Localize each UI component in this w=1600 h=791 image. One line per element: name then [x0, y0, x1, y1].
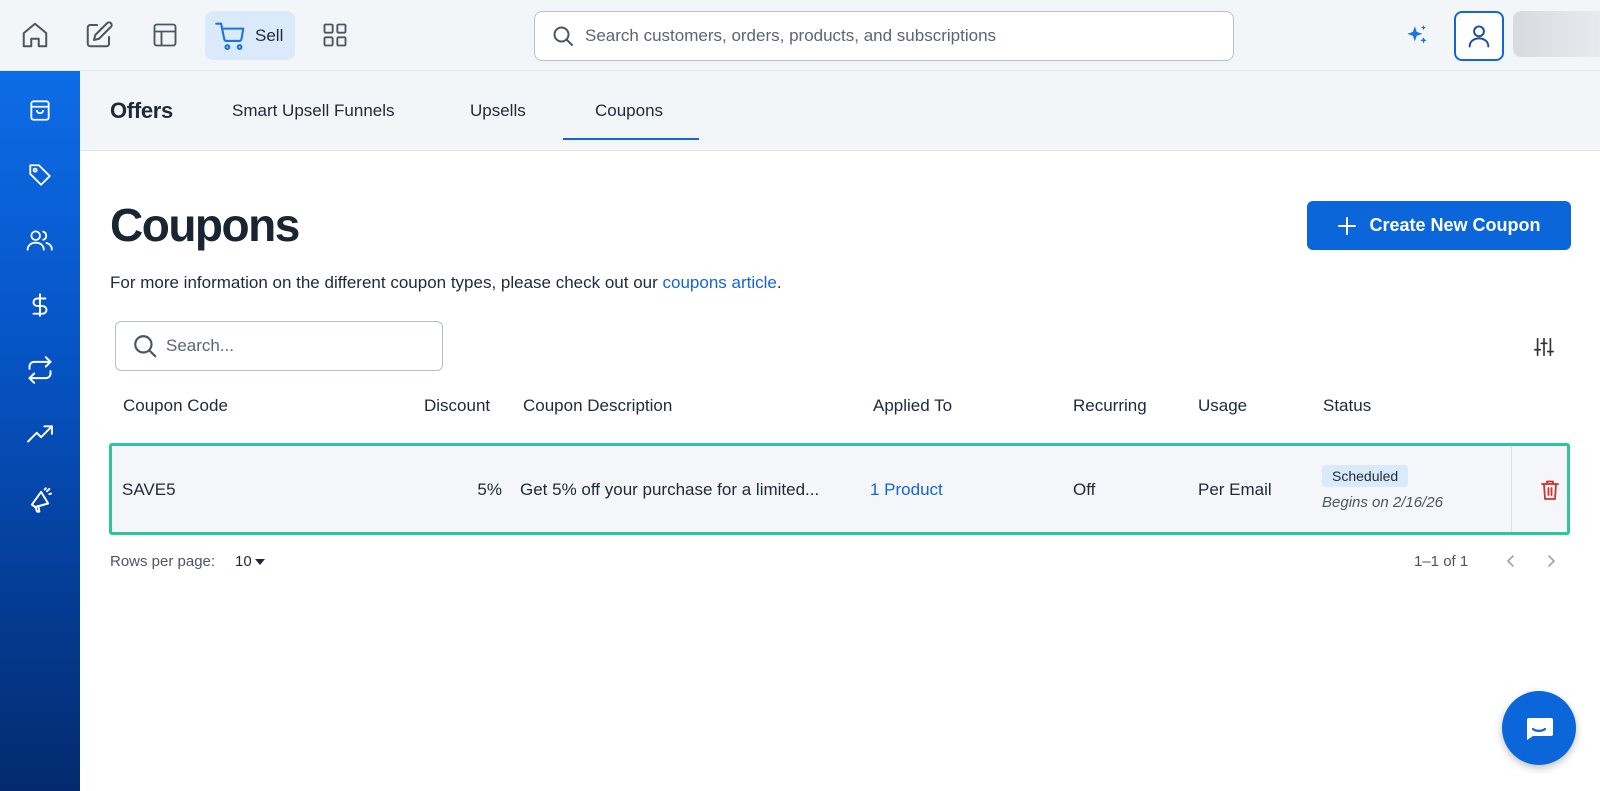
- layout-icon[interactable]: [141, 11, 189, 59]
- cell-recurring: Off: [1073, 480, 1096, 499]
- sell-label: Sell: [255, 25, 284, 45]
- table-row[interactable]: SAVE5 5% Get 5% off your purchase for a …: [109, 443, 1570, 535]
- megaphone-icon[interactable]: [16, 476, 64, 524]
- header-coupon-code[interactable]: Coupon Code: [123, 396, 228, 416]
- cell-coupon-code: SAVE5: [122, 480, 176, 499]
- header-applied-to[interactable]: Applied To: [873, 396, 952, 416]
- edit-icon[interactable]: [75, 11, 123, 59]
- cell-usage: Per Email: [1198, 480, 1272, 499]
- cell-description: Get 5% off your purchase for a limited..…: [520, 480, 820, 499]
- info-text-body: For more information on the different co…: [110, 273, 663, 292]
- coupons-article-link[interactable]: coupons article: [663, 273, 777, 292]
- info-text: For more information on the different co…: [110, 273, 782, 293]
- subnav-title: Offers: [110, 98, 173, 123]
- sell-nav-button[interactable]: Sell: [205, 11, 295, 60]
- pagination-info: 1–1 of 1: [1414, 553, 1469, 570]
- search-icon: [132, 333, 158, 359]
- plus-icon: [1337, 216, 1357, 236]
- info-text-end: .: [776, 273, 782, 292]
- cell-discount: 5%: [477, 480, 502, 499]
- filter-icon[interactable]: [1530, 333, 1558, 361]
- dollar-icon[interactable]: [16, 281, 64, 329]
- offers-subnav: Offers Smart Upsell Funnels Upsells Coup…: [80, 71, 1600, 151]
- chat-icon: [1523, 714, 1555, 742]
- coupon-search[interactable]: [115, 321, 443, 371]
- trending-icon[interactable]: [16, 411, 64, 459]
- repeat-icon[interactable]: [16, 346, 64, 394]
- delete-coupon-button[interactable]: [1536, 476, 1564, 504]
- user-account-button[interactable]: [1454, 11, 1504, 61]
- tab-coupons[interactable]: Coupons: [595, 101, 663, 121]
- header-recurring[interactable]: Recurring: [1073, 396, 1147, 416]
- coupon-search-input[interactable]: [166, 336, 426, 356]
- avatar[interactable]: [1513, 11, 1600, 57]
- prev-page-button[interactable]: [1500, 550, 1522, 572]
- users-icon[interactable]: [16, 216, 64, 264]
- page-title: Coupons: [110, 199, 300, 251]
- sidebar: [0, 71, 80, 791]
- search-icon: [551, 24, 575, 48]
- row-divider: [1511, 446, 1512, 532]
- create-new-coupon-button[interactable]: Create New Coupon: [1307, 201, 1571, 250]
- tab-upsells[interactable]: Upsells: [470, 101, 526, 121]
- header-usage[interactable]: Usage: [1198, 396, 1247, 416]
- chevron-right-icon: [1545, 554, 1557, 568]
- home-icon[interactable]: [11, 11, 59, 59]
- active-tab-indicator: [563, 138, 699, 140]
- caret-down-icon: [254, 558, 265, 566]
- trash-icon: [1540, 479, 1560, 501]
- status-begins-date: Begins on 2/16/26: [1322, 494, 1443, 511]
- cart-icon: [215, 21, 247, 51]
- user-icon: [1465, 22, 1493, 50]
- sparkle-icon[interactable]: [1401, 20, 1433, 52]
- header-status[interactable]: Status: [1323, 396, 1371, 416]
- global-search-input[interactable]: [585, 26, 1205, 46]
- chat-support-button[interactable]: [1502, 691, 1576, 765]
- create-button-label: Create New Coupon: [1369, 215, 1541, 235]
- rows-per-page-value: 10: [235, 553, 252, 570]
- status-badge: Scheduled: [1322, 465, 1409, 487]
- header-coupon-description[interactable]: Coupon Description: [523, 396, 672, 416]
- rows-per-page-select[interactable]: 10: [235, 553, 265, 570]
- applied-to-link[interactable]: 1 Product: [870, 480, 943, 500]
- bag-icon[interactable]: [16, 86, 64, 134]
- top-bar: Sell: [0, 0, 1600, 71]
- next-page-button[interactable]: [1540, 550, 1562, 572]
- rows-per-page-label: Rows per page:: [110, 553, 216, 570]
- tab-smart-upsell-funnels[interactable]: Smart Upsell Funnels: [232, 101, 395, 121]
- header-discount[interactable]: Discount: [424, 396, 490, 416]
- tag-icon[interactable]: [16, 151, 64, 199]
- chevron-left-icon: [1505, 554, 1517, 568]
- global-search[interactable]: [534, 11, 1234, 61]
- grid-icon[interactable]: [311, 11, 359, 59]
